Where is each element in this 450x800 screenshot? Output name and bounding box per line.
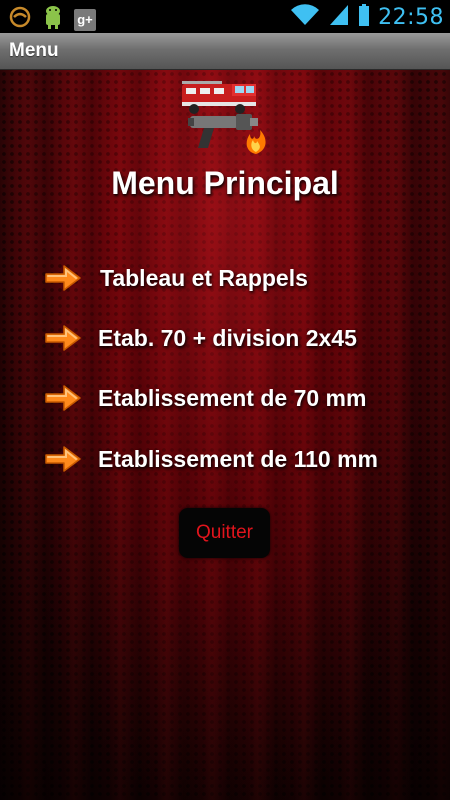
menu-item-label: Etablissement de 110 mm: [98, 445, 378, 472]
menu-item-label: Etab. 70 + division 2x45: [98, 324, 357, 351]
swirl-icon: [8, 5, 32, 34]
arrow-right-icon: [45, 385, 81, 411]
menu-item-label: Tableau et Rappels: [100, 264, 308, 291]
screen: g+ 22:58 Menu Menu Principal Tableau et …: [0, 0, 450, 800]
menu-item-etablissement-110mm[interactable]: Etablissement de 110 mm: [44, 437, 378, 481]
page-title: Menu Principal: [111, 165, 339, 201]
quit-button[interactable]: Quitter: [179, 508, 270, 558]
menu-item-label: Etablissement de 70 mm: [98, 384, 367, 411]
fire-truck-nozzle-icon: [180, 80, 272, 156]
action-bar-title: Menu: [9, 40, 59, 61]
signal-icon: [328, 3, 350, 32]
system-status: 22:58: [290, 2, 444, 32]
arrow-right-icon: [45, 265, 81, 291]
arrow-right-icon: [45, 446, 81, 472]
menu-item-tableau-et-rappels[interactable]: Tableau et Rappels: [44, 256, 308, 300]
wifi-icon: [290, 3, 320, 32]
menu-item-etab-70-division[interactable]: Etab. 70 + division 2x45: [44, 316, 357, 360]
clock: 22:58: [378, 4, 444, 30]
action-bar: Menu: [0, 33, 450, 70]
android-icon: [42, 4, 64, 35]
menu-item-etablissement-70mm[interactable]: Etablissement de 70 mm: [44, 376, 366, 420]
google-plus-icon: g+: [74, 8, 96, 31]
notification-icons: g+: [8, 4, 96, 35]
arrow-right-icon: [45, 325, 81, 351]
status-bar: g+ 22:58: [0, 0, 450, 33]
battery-icon: [358, 3, 370, 32]
